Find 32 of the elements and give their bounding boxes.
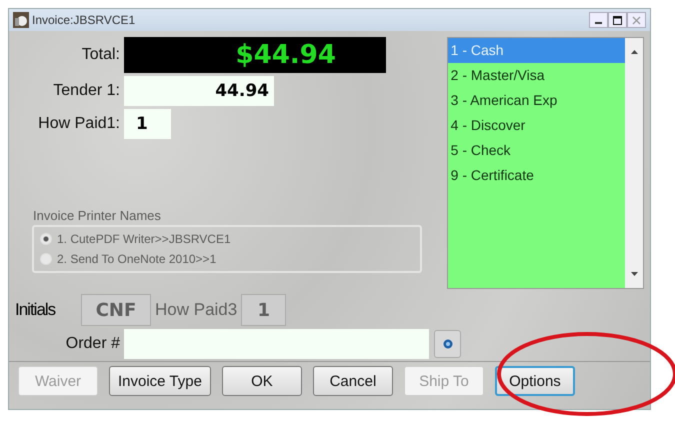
list-item[interactable]: 3 - American Exp: [448, 88, 625, 113]
tender-field[interactable]: 44.94: [124, 76, 274, 106]
app-icon: [13, 12, 29, 28]
how-paid-field[interactable]: 1: [124, 109, 171, 139]
dialog-button[interactable]: Options: [494, 366, 575, 396]
list-item[interactable]: 5 - Check: [448, 138, 625, 163]
list-item[interactable]: 2 - Master/Visa: [448, 63, 625, 88]
field-label: Order #: [64, 335, 120, 353]
dialog-button[interactable]: Cancel: [312, 366, 393, 396]
minimize-button[interactable]: [589, 12, 608, 28]
group-title: Invoice Printer Names: [33, 208, 162, 223]
dialog-button[interactable]: OK: [222, 366, 302, 396]
dialog-button[interactable]: Invoice Type: [109, 366, 211, 396]
list-item[interactable]: 9 - Certificate: [448, 163, 625, 188]
field-label: Initials: [15, 300, 56, 320]
scroll-up-icon: [630, 50, 638, 54]
scroll-down-icon: [630, 272, 638, 276]
close-icon: [632, 16, 641, 24]
maximize-icon: [613, 16, 622, 24]
field-label: How Paid1:: [37, 115, 120, 133]
field-label: How Paid3: [155, 300, 238, 320]
window-title: Invoice:JBSRVCE1: [32, 13, 136, 27]
scrollbar[interactable]: [625, 38, 643, 288]
total-display: $44.94: [124, 37, 386, 73]
minimize-icon: [595, 22, 602, 24]
order-number-field[interactable]: [124, 329, 429, 359]
lookup-button[interactable]: [434, 330, 461, 358]
list-item[interactable]: 4 - Discover: [448, 113, 625, 138]
dot-icon: [442, 339, 452, 349]
field-label: Total:: [80, 46, 120, 64]
maximize-button[interactable]: [608, 12, 627, 28]
field-label: Tender 1:: [52, 82, 120, 100]
